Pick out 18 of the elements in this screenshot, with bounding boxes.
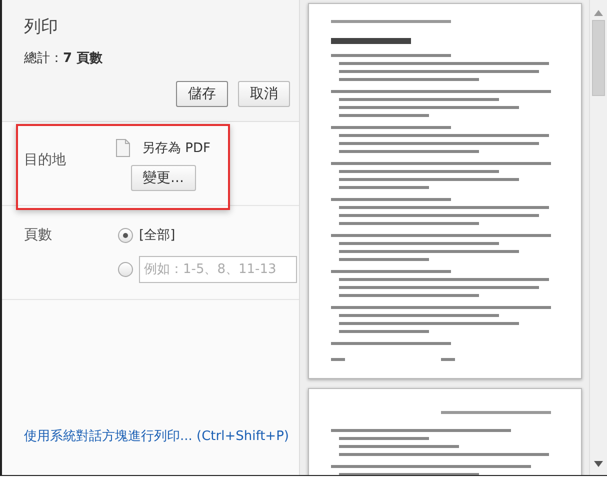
destination-value: 另存為 PDF — [142, 140, 210, 157]
save-button[interactable]: 儲存 — [176, 81, 228, 107]
destination-label: 目的地 — [24, 151, 67, 170]
system-dialog-link[interactable]: 使用系統對話方塊進行列印... (Ctrl+Shift+P) — [24, 427, 299, 445]
scrollbar-thumb[interactable] — [592, 20, 605, 96]
change-button[interactable]: 變更... — [130, 165, 196, 191]
document-icon — [116, 139, 130, 157]
page-count-summary: 總計：7 頁數 — [24, 50, 103, 67]
cancel-button[interactable]: 取消 — [238, 81, 290, 107]
scroll-down-icon[interactable] — [594, 461, 603, 467]
all-pages-label: [全部] — [139, 227, 176, 244]
radio-button[interactable] — [118, 262, 133, 277]
dialog-title: 列印 — [24, 16, 58, 38]
page-range-field[interactable]: 例如：1-5、8、11-13 — [139, 256, 297, 283]
radio-button[interactable] — [118, 228, 133, 242]
scroll-up-icon[interactable] — [594, 10, 603, 16]
scrollbar[interactable] — [589, 0, 607, 475]
pages-label: 頁數 — [24, 226, 53, 245]
